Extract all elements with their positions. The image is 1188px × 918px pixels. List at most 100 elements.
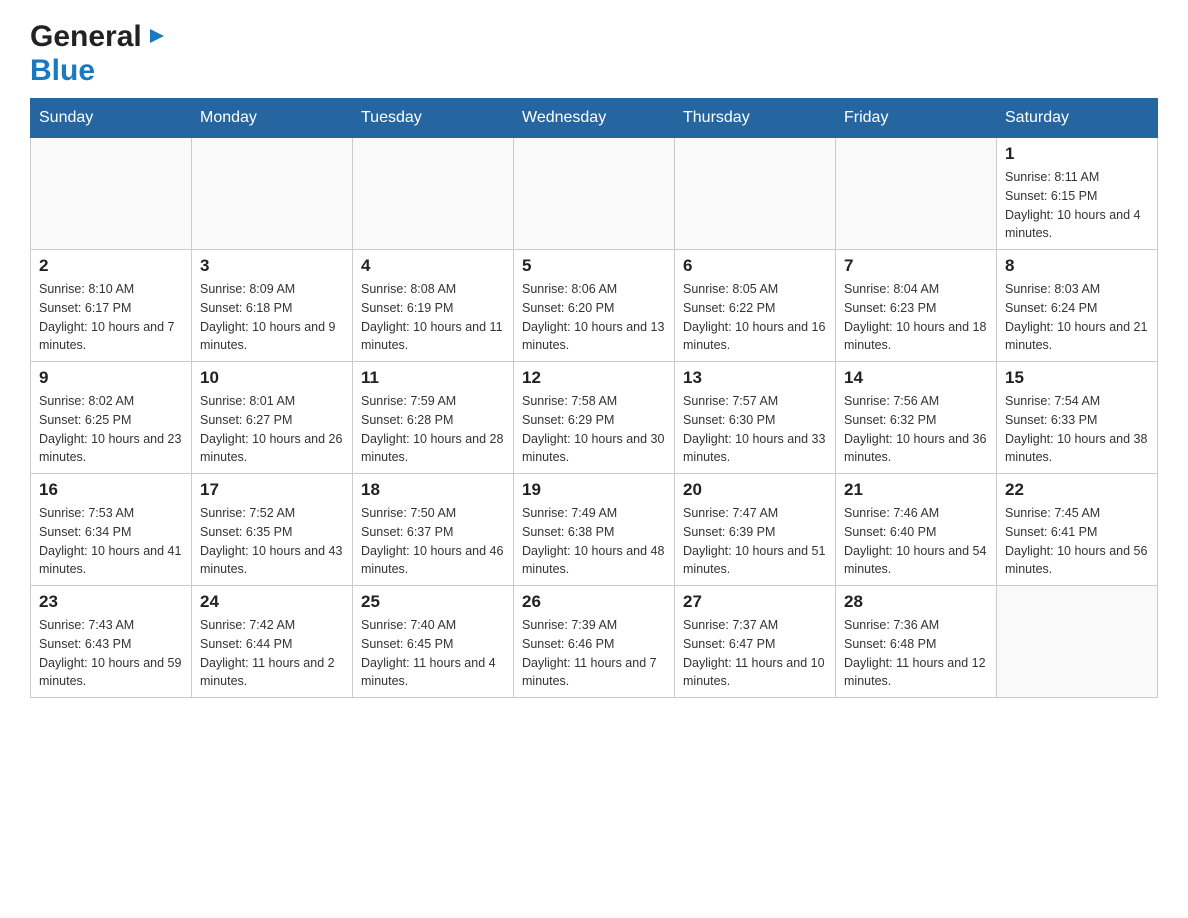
page-header: General Blue [30, 20, 1158, 88]
calendar-cell: 25 Sunrise: 7:40 AMSunset: 6:45 PMDayligh… [353, 586, 514, 698]
calendar-cell: 19 Sunrise: 7:49 AMSunset: 6:38 PMDayligh… [514, 474, 675, 586]
day-number: 14 [844, 368, 988, 388]
calendar-cell: 6 Sunrise: 8:05 AMSunset: 6:22 PMDaylight… [675, 250, 836, 362]
calendar-cell: 13 Sunrise: 7:57 AMSunset: 6:30 PMDayligh… [675, 362, 836, 474]
day-info: Sunrise: 7:50 AMSunset: 6:37 PMDaylight:… [361, 504, 505, 579]
calendar-cell: 9 Sunrise: 8:02 AMSunset: 6:25 PMDaylight… [31, 362, 192, 474]
calendar-cell: 22Sunrise: 7:45 AMSunset: 6:41 PMDayligh… [997, 474, 1158, 586]
day-number: 1 [1005, 144, 1149, 164]
calendar-cell: 20 Sunrise: 7:47 AMSunset: 6:39 PMDayligh… [675, 474, 836, 586]
day-info: Sunrise: 8:05 AMSunset: 6:22 PMDaylight:… [683, 280, 827, 355]
day-info: Sunrise: 8:02 AMSunset: 6:25 PMDaylight:… [39, 392, 183, 467]
calendar-cell [997, 586, 1158, 698]
day-number: 23 [39, 592, 183, 612]
day-info: Sunrise: 7:45 AMSunset: 6:41 PMDaylight:… [1005, 504, 1149, 579]
day-number: 15 [1005, 368, 1149, 388]
day-info: Sunrise: 7:42 AMSunset: 6:44 PMDaylight:… [200, 616, 344, 691]
calendar-cell [192, 138, 353, 250]
weekday-header-wednesday: Wednesday [514, 99, 675, 138]
day-info: Sunrise: 7:46 AMSunset: 6:40 PMDaylight:… [844, 504, 988, 579]
calendar-cell: 14 Sunrise: 7:56 AMSunset: 6:32 PMDayligh… [836, 362, 997, 474]
calendar-cell [514, 138, 675, 250]
calendar-cell: 16 Sunrise: 7:53 AMSunset: 6:34 PMDayligh… [31, 474, 192, 586]
day-number: 6 [683, 256, 827, 276]
weekday-header-tuesday: Tuesday [353, 99, 514, 138]
day-info: Sunrise: 7:57 AMSunset: 6:30 PMDaylight:… [683, 392, 827, 467]
day-number: 28 [844, 592, 988, 612]
logo-blue-text: Blue [30, 54, 95, 87]
day-number: 3 [200, 256, 344, 276]
calendar-cell [31, 138, 192, 250]
calendar-cell: 26 Sunrise: 7:39 AMSunset: 6:46 PMDayligh… [514, 586, 675, 698]
calendar-cell: 17Sunrise: 7:52 AMSunset: 6:35 PMDayligh… [192, 474, 353, 586]
day-info: Sunrise: 8:08 AMSunset: 6:19 PMDaylight:… [361, 280, 505, 355]
weekday-header-monday: Monday [192, 99, 353, 138]
calendar-cell [836, 138, 997, 250]
day-number: 5 [522, 256, 666, 276]
day-number: 16 [39, 480, 183, 500]
calendar-cell: 10 Sunrise: 8:01 AMSunset: 6:27 PMDayligh… [192, 362, 353, 474]
calendar-cell: 7 Sunrise: 8:04 AMSunset: 6:23 PMDaylight… [836, 250, 997, 362]
day-number: 26 [522, 592, 666, 612]
day-info: Sunrise: 8:03 AMSunset: 6:24 PMDaylight:… [1005, 280, 1149, 355]
calendar-week-4: 16 Sunrise: 7:53 AMSunset: 6:34 PMDayligh… [31, 474, 1158, 586]
logo: General Blue [30, 20, 168, 88]
weekday-header-thursday: Thursday [675, 99, 836, 138]
day-info: Sunrise: 7:39 AMSunset: 6:46 PMDaylight:… [522, 616, 666, 691]
day-info: Sunrise: 8:11 AMSunset: 6:15 PMDaylight:… [1005, 168, 1149, 243]
day-number: 2 [39, 256, 183, 276]
day-number: 8 [1005, 256, 1149, 276]
day-number: 7 [844, 256, 988, 276]
day-info: Sunrise: 7:53 AMSunset: 6:34 PMDaylight:… [39, 504, 183, 579]
calendar-cell: 5 Sunrise: 8:06 AMSunset: 6:20 PMDaylight… [514, 250, 675, 362]
day-info: Sunrise: 7:54 AMSunset: 6:33 PMDaylight:… [1005, 392, 1149, 467]
day-info: Sunrise: 8:04 AMSunset: 6:23 PMDaylight:… [844, 280, 988, 355]
day-number: 21 [844, 480, 988, 500]
day-info: Sunrise: 8:06 AMSunset: 6:20 PMDaylight:… [522, 280, 666, 355]
calendar-cell: 12Sunrise: 7:58 AMSunset: 6:29 PMDayligh… [514, 362, 675, 474]
day-number: 13 [683, 368, 827, 388]
day-info: Sunrise: 7:47 AMSunset: 6:39 PMDaylight:… [683, 504, 827, 579]
day-info: Sunrise: 7:56 AMSunset: 6:32 PMDaylight:… [844, 392, 988, 467]
day-info: Sunrise: 8:01 AMSunset: 6:27 PMDaylight:… [200, 392, 344, 467]
calendar-week-3: 9 Sunrise: 8:02 AMSunset: 6:25 PMDaylight… [31, 362, 1158, 474]
day-info: Sunrise: 7:49 AMSunset: 6:38 PMDaylight:… [522, 504, 666, 579]
calendar-cell [675, 138, 836, 250]
day-number: 10 [200, 368, 344, 388]
day-info: Sunrise: 8:09 AMSunset: 6:18 PMDaylight:… [200, 280, 344, 355]
weekday-header-friday: Friday [836, 99, 997, 138]
day-number: 18 [361, 480, 505, 500]
calendar-cell: 23Sunrise: 7:43 AMSunset: 6:43 PMDayligh… [31, 586, 192, 698]
calendar-cell: 24Sunrise: 7:42 AMSunset: 6:44 PMDayligh… [192, 586, 353, 698]
day-number: 9 [39, 368, 183, 388]
calendar-cell: 18 Sunrise: 7:50 AMSunset: 6:37 PMDayligh… [353, 474, 514, 586]
calendar-cell [353, 138, 514, 250]
calendar-table: SundayMondayTuesdayWednesdayThursdayFrid… [30, 98, 1158, 698]
logo-arrow-icon [146, 25, 168, 52]
day-info: Sunrise: 7:59 AMSunset: 6:28 PMDaylight:… [361, 392, 505, 467]
calendar-cell: 27Sunrise: 7:37 AMSunset: 6:47 PMDayligh… [675, 586, 836, 698]
calendar-cell: 8 Sunrise: 8:03 AMSunset: 6:24 PMDaylight… [997, 250, 1158, 362]
calendar-cell: 15 Sunrise: 7:54 AMSunset: 6:33 PMDayligh… [997, 362, 1158, 474]
calendar-cell: 11 Sunrise: 7:59 AMSunset: 6:28 PMDayligh… [353, 362, 514, 474]
calendar-week-2: 2Sunrise: 8:10 AMSunset: 6:17 PMDaylight… [31, 250, 1158, 362]
day-number: 11 [361, 368, 505, 388]
calendar-week-1: 1 Sunrise: 8:11 AMSunset: 6:15 PMDaylight… [31, 138, 1158, 250]
logo-general-text: General [30, 20, 142, 54]
weekday-header-saturday: Saturday [997, 99, 1158, 138]
day-info: Sunrise: 7:36 AMSunset: 6:48 PMDaylight:… [844, 616, 988, 691]
weekday-header-sunday: Sunday [31, 99, 192, 138]
calendar-cell: 4 Sunrise: 8:08 AMSunset: 6:19 PMDaylight… [353, 250, 514, 362]
day-number: 19 [522, 480, 666, 500]
day-number: 25 [361, 592, 505, 612]
day-number: 20 [683, 480, 827, 500]
day-info: Sunrise: 7:40 AMSunset: 6:45 PMDaylight:… [361, 616, 505, 691]
calendar-header-row: SundayMondayTuesdayWednesdayThursdayFrid… [31, 99, 1158, 138]
day-number: 4 [361, 256, 505, 276]
day-info: Sunrise: 7:58 AMSunset: 6:29 PMDaylight:… [522, 392, 666, 467]
calendar-week-5: 23Sunrise: 7:43 AMSunset: 6:43 PMDayligh… [31, 586, 1158, 698]
calendar-cell: 1 Sunrise: 8:11 AMSunset: 6:15 PMDaylight… [997, 138, 1158, 250]
calendar-cell: 3 Sunrise: 8:09 AMSunset: 6:18 PMDaylight… [192, 250, 353, 362]
day-info: Sunrise: 7:37 AMSunset: 6:47 PMDaylight:… [683, 616, 827, 691]
day-number: 17 [200, 480, 344, 500]
